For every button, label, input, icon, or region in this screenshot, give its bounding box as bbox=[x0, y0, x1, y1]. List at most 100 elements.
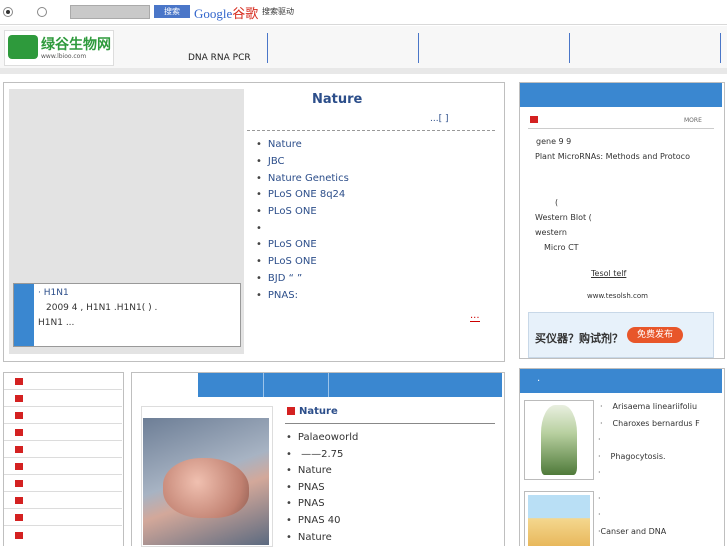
arrow-icon[interactable] bbox=[15, 446, 23, 453]
ad-banner[interactable]: 买仪器？购试剂？ 免费发布 bbox=[528, 312, 714, 358]
news-item[interactable]: • Nature Genetics bbox=[256, 173, 349, 184]
plant-thumbnail[interactable] bbox=[524, 400, 594, 480]
row-divider bbox=[4, 525, 122, 526]
arrow-icon[interactable] bbox=[15, 514, 23, 521]
nav-separator bbox=[720, 33, 721, 63]
news-item[interactable]: • Nature bbox=[256, 139, 302, 150]
tesol-url[interactable]: www.tesolsh.com bbox=[587, 292, 648, 300]
more-button[interactable]: MORE bbox=[684, 117, 702, 124]
article-item[interactable]: • Nature bbox=[286, 532, 332, 543]
arrow-icon[interactable] bbox=[15, 378, 23, 385]
google-logo: Google谷歌 bbox=[194, 6, 259, 21]
arrow-icon[interactable] bbox=[15, 412, 23, 419]
arrow-icon[interactable] bbox=[15, 429, 23, 436]
nav-separator bbox=[418, 33, 419, 63]
caption-accent-bar bbox=[14, 284, 34, 346]
news-more-link-bottom[interactable]: ... bbox=[470, 310, 480, 322]
featured-caption[interactable]: · H1N1 2009 4 , H1N1 .H1N1( ) . H1N1 ... bbox=[13, 283, 241, 347]
news-item[interactable]: • BJD “ ” bbox=[256, 273, 302, 284]
right-item[interactable]: Western Blot ( bbox=[535, 213, 592, 222]
row-divider bbox=[4, 474, 122, 475]
section-heading: Nature bbox=[287, 406, 338, 417]
right-divider bbox=[528, 128, 714, 129]
species-item[interactable]: · Phagocytosis. bbox=[598, 452, 666, 461]
tab-2[interactable] bbox=[198, 373, 263, 397]
news-item[interactable]: • JBC bbox=[256, 156, 285, 167]
species-panel-header: . bbox=[520, 369, 722, 393]
arrow-icon[interactable] bbox=[15, 497, 23, 504]
nav-separator bbox=[569, 33, 570, 63]
tesol-link[interactable]: Tesol telf bbox=[591, 269, 626, 278]
row-divider bbox=[4, 440, 122, 441]
ad-question: 买仪器？购试剂？ bbox=[535, 332, 623, 345]
news-title: Nature bbox=[312, 92, 363, 107]
row-divider bbox=[4, 457, 122, 458]
right-item[interactable]: Plant MicroRNAs: Methods and Protoco bbox=[535, 152, 690, 161]
tab-1[interactable] bbox=[133, 373, 198, 397]
arrow-icon[interactable] bbox=[15, 463, 23, 470]
news-item[interactable]: • PLoS ONE bbox=[256, 256, 317, 267]
header-dot: . bbox=[537, 373, 541, 384]
news-item[interactable]: • PLoS ONE 8q24 bbox=[256, 189, 345, 200]
logo-text: 绿谷生物网 bbox=[41, 37, 111, 53]
cartoon-thumbnail[interactable] bbox=[524, 491, 594, 546]
arrow-icon[interactable] bbox=[15, 480, 23, 487]
news-item[interactable]: • bbox=[256, 223, 268, 234]
species-item[interactable]: · Arisaema lineariifoliu bbox=[600, 402, 697, 411]
article-item[interactable]: • PNAS bbox=[286, 498, 325, 509]
site-logo[interactable]: 绿谷生物网 www.lbioo.com bbox=[4, 30, 114, 66]
cartoon-image bbox=[528, 495, 590, 546]
species-item[interactable]: · bbox=[598, 435, 601, 444]
section-divider bbox=[285, 423, 495, 424]
right-item[interactable]: gene 9 9 bbox=[536, 137, 571, 146]
species-item[interactable]: ·Canser and DNA bbox=[598, 527, 666, 536]
row-divider bbox=[4, 423, 122, 424]
caption-text: H1N1 ... bbox=[38, 318, 75, 328]
plant-image bbox=[541, 405, 577, 475]
news-item[interactable]: • PLoS ONE bbox=[256, 206, 317, 217]
header-divider bbox=[0, 68, 727, 74]
article-item[interactable]: • PNAS 40 bbox=[286, 515, 341, 526]
article-item[interactable]: • Palaeoworld bbox=[286, 432, 358, 443]
search-scope-radio-1[interactable] bbox=[3, 7, 13, 17]
search-input[interactable] bbox=[70, 5, 150, 19]
arrow-icon[interactable] bbox=[15, 532, 23, 539]
arrow-icon bbox=[287, 407, 295, 415]
right-panel-header bbox=[520, 83, 722, 107]
search-scope-radio-2[interactable] bbox=[37, 7, 47, 17]
right-item[interactable]: western bbox=[535, 228, 567, 237]
brain-shape bbox=[163, 458, 249, 518]
logo-url: www.lbioo.com bbox=[41, 53, 87, 60]
article-item[interactable]: • Nature bbox=[286, 465, 332, 476]
news-divider bbox=[247, 130, 495, 131]
article-item[interactable]: • ——2.75 bbox=[286, 449, 343, 460]
news-item[interactable]: • PNAS: bbox=[256, 290, 298, 301]
news-more-link[interactable]: ...[ ] bbox=[430, 114, 448, 124]
species-item[interactable]: · bbox=[598, 468, 601, 477]
species-item[interactable]: · bbox=[598, 510, 601, 519]
news-item[interactable]: • PLoS ONE bbox=[256, 239, 317, 250]
row-divider bbox=[4, 508, 122, 509]
row-divider bbox=[4, 389, 122, 390]
arrow-icon bbox=[530, 116, 538, 123]
caption-title[interactable]: · H1N1 bbox=[38, 288, 69, 298]
ad-publish-button[interactable]: 免费发布 bbox=[627, 327, 683, 343]
row-divider bbox=[4, 406, 122, 407]
arrow-icon[interactable] bbox=[15, 395, 23, 402]
nav-separator bbox=[267, 33, 268, 63]
search-button[interactable]: 搜索 bbox=[154, 5, 190, 18]
dna-logo-icon bbox=[8, 35, 38, 59]
species-item[interactable]: · bbox=[598, 494, 601, 503]
caption-text: 2009 4 , H1N1 .H1N1( ) . bbox=[46, 303, 158, 313]
tab-3[interactable] bbox=[263, 373, 328, 397]
article-item[interactable]: • PNAS bbox=[286, 482, 325, 493]
tab-4[interactable] bbox=[328, 373, 502, 397]
google-tagline: 搜索驱动 bbox=[262, 7, 294, 16]
right-item[interactable]: Micro CT bbox=[544, 243, 579, 252]
right-item[interactable]: ( bbox=[555, 198, 558, 207]
brain-image[interactable] bbox=[143, 418, 269, 545]
tab-bar bbox=[133, 373, 502, 397]
row-divider bbox=[4, 491, 122, 492]
nav-item-dna-rna-pcr[interactable]: DNA RNA PCR bbox=[188, 53, 251, 63]
species-item[interactable]: · Charoxes bernardus F bbox=[600, 419, 700, 428]
